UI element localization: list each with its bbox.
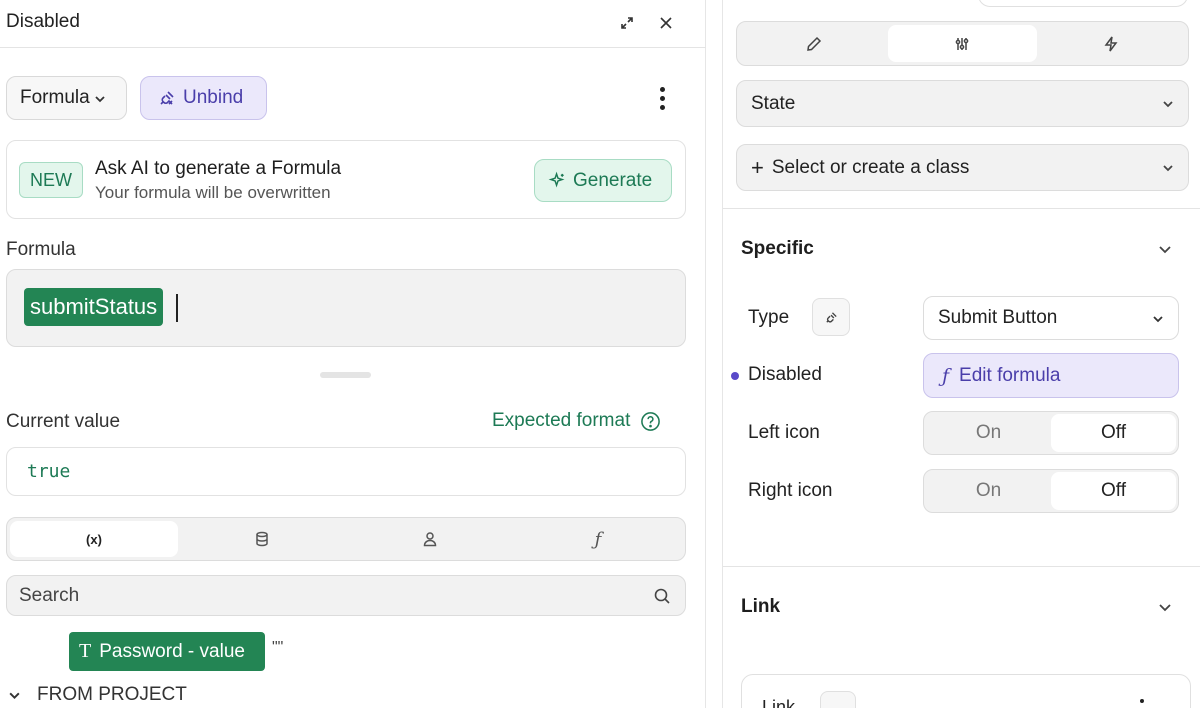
expected-format-link[interactable]: Expected format xyxy=(492,410,661,432)
left-icon-label: Left icon xyxy=(748,422,820,443)
expected-format-label: Expected format xyxy=(492,410,631,431)
left-icon-off-option[interactable]: Off xyxy=(1051,414,1176,452)
generate-button[interactable]: Generate xyxy=(534,159,672,202)
formula-editor-panel: Disabled Formula Unbind NEW Ask AI to ge… xyxy=(0,0,706,708)
more-options-icon[interactable] xyxy=(648,83,676,113)
chevron-down-icon xyxy=(9,692,20,699)
search-icon xyxy=(654,588,670,604)
tab-functions[interactable]: ƒ xyxy=(514,521,682,557)
current-value-box: true xyxy=(6,447,686,496)
variable-item-label: Password - value xyxy=(99,640,245,662)
resize-handle[interactable] xyxy=(320,372,371,378)
class-select-label: Select or create a class xyxy=(771,156,970,178)
tab-settings[interactable] xyxy=(888,25,1037,62)
plus-icon: + xyxy=(751,154,764,180)
right-icon-label: Right icon xyxy=(748,480,833,501)
chevron-down-icon xyxy=(1163,165,1173,172)
ai-card-subtitle: Your formula will be overwritten xyxy=(95,183,331,202)
close-icon[interactable] xyxy=(653,10,679,36)
unbind-label: Unbind xyxy=(183,87,244,108)
user-icon xyxy=(423,532,437,547)
formula-section-label: Formula xyxy=(6,239,76,260)
search-input[interactable] xyxy=(19,583,619,609)
right-icon-off-option[interactable]: Off xyxy=(1051,472,1176,510)
divider xyxy=(723,566,1200,567)
variable-chip[interactable]: submitStatus xyxy=(24,288,164,326)
disabled-label: Disabled xyxy=(748,364,822,385)
class-select[interactable]: + Select or create a class xyxy=(736,144,1189,191)
top-field-fragment xyxy=(978,0,1188,7)
panel-title: Disabled xyxy=(6,11,80,32)
function-icon: ƒ xyxy=(594,528,602,550)
tab-workflows[interactable] xyxy=(1037,25,1185,62)
lightning-icon xyxy=(1104,36,1118,51)
right-icon-toggle: On Off xyxy=(923,469,1179,513)
current-value: true xyxy=(27,461,71,482)
type-value: Submit Button xyxy=(938,307,1058,328)
link-property-card: Link xyxy=(741,674,1191,708)
specific-section-title: Specific xyxy=(741,238,814,259)
chevron-down-icon[interactable] xyxy=(1157,599,1173,615)
from-project-group[interactable]: FROM PROJECT xyxy=(8,684,187,706)
state-label: State xyxy=(751,92,796,114)
new-badge: NEW xyxy=(19,162,83,198)
panel-header: Disabled xyxy=(0,0,706,48)
function-icon: ƒ xyxy=(942,364,950,387)
from-project-label: FROM PROJECT xyxy=(37,684,187,705)
tab-data[interactable] xyxy=(178,521,346,557)
properties-panel: State + Select or create a class Specifi… xyxy=(722,0,1200,708)
formula-source-tabs: (x) ƒ xyxy=(6,517,686,561)
more-options-icon[interactable] xyxy=(1140,699,1144,703)
pencil-icon xyxy=(807,36,822,51)
chevron-down-icon xyxy=(95,96,105,103)
database-icon xyxy=(256,531,268,547)
variable-item-password[interactable]: T Password - value xyxy=(69,632,265,671)
tab-style[interactable] xyxy=(740,25,888,62)
tab-variables[interactable]: (x) xyxy=(10,521,178,557)
chevron-down-icon xyxy=(1163,101,1173,108)
help-circle-icon xyxy=(641,411,661,431)
formula-type-dropdown[interactable]: Formula xyxy=(6,76,127,120)
current-value-label: Current value xyxy=(6,411,121,432)
link-section-title: Link xyxy=(741,596,781,617)
type-select[interactable]: Submit Button xyxy=(923,296,1179,340)
plug-icon xyxy=(825,311,837,323)
tab-user[interactable] xyxy=(346,521,514,557)
variable-item-value: "" xyxy=(272,639,284,656)
properties-tabs xyxy=(736,21,1189,66)
edit-formula-label: Edit formula xyxy=(959,364,1061,386)
state-select[interactable]: State xyxy=(736,80,1189,127)
expand-icon[interactable] xyxy=(614,10,640,36)
bound-indicator-dot xyxy=(731,372,739,380)
search-box xyxy=(6,575,686,616)
sliders-icon xyxy=(956,37,969,50)
formula-input[interactable]: submitStatus xyxy=(6,269,686,347)
link-label: Link xyxy=(762,697,796,708)
divider xyxy=(723,208,1200,209)
variables-icon: (x) xyxy=(86,531,102,547)
bind-icon[interactable] xyxy=(812,298,850,336)
edit-formula-button[interactable]: ƒ Edit formula xyxy=(923,353,1179,398)
type-label: Type xyxy=(748,307,790,328)
generate-label: Generate xyxy=(573,169,653,191)
chevron-down-icon xyxy=(1153,316,1163,323)
text-type-icon: T xyxy=(79,640,92,662)
left-icon-on-option[interactable]: On xyxy=(926,414,1051,452)
unplug-icon xyxy=(160,91,174,105)
ai-generate-card: NEW Ask AI to generate a Formula Your fo… xyxy=(6,140,686,219)
formula-type-label: Formula xyxy=(20,87,90,108)
chevron-down-icon[interactable] xyxy=(1157,241,1173,257)
bind-icon[interactable] xyxy=(820,691,856,708)
ai-card-title: Ask AI to generate a Formula xyxy=(95,158,342,179)
right-icon-on-option[interactable]: On xyxy=(926,472,1051,510)
sparkle-icon xyxy=(548,171,565,188)
left-icon-toggle: On Off xyxy=(923,411,1179,455)
unbind-button[interactable]: Unbind xyxy=(140,76,267,120)
text-caret xyxy=(176,294,178,322)
